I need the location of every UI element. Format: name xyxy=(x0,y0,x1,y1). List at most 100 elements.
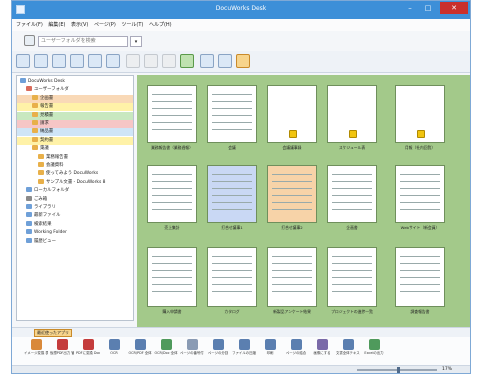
text-line xyxy=(332,263,372,264)
tree-item[interactable]: 検索結果 xyxy=(17,220,133,229)
document-thumbnail[interactable] xyxy=(395,85,445,143)
tree-item[interactable]: 稟議 xyxy=(17,145,133,153)
app-icon xyxy=(134,339,146,350)
export-icon[interactable] xyxy=(180,54,194,68)
document-thumbnail[interactable] xyxy=(327,85,377,143)
document-thumbnail[interactable] xyxy=(207,85,257,143)
document-thumbnail[interactable] xyxy=(207,165,257,223)
text-line xyxy=(400,284,440,285)
thumbnail-view-icon[interactable] xyxy=(70,54,84,68)
text-line xyxy=(400,209,440,210)
app-icon xyxy=(342,339,354,350)
combine-icon[interactable] xyxy=(126,54,140,68)
search-input[interactable]: ユーザーフォルダを検索 xyxy=(38,36,128,47)
menu-edit[interactable]: 編集(E) xyxy=(48,19,65,31)
text-line xyxy=(332,188,372,189)
tree-item[interactable]: 請求 xyxy=(17,120,133,128)
search-icon[interactable] xyxy=(24,35,35,46)
document-thumbnail[interactable] xyxy=(267,247,317,307)
text-line xyxy=(400,202,440,203)
tree-item[interactable]: ローカルフォルダ xyxy=(17,187,133,195)
app-icon xyxy=(186,339,198,350)
print-icon[interactable] xyxy=(34,54,48,68)
launcher-button[interactable]: ページの結合 xyxy=(284,337,308,365)
tree-item[interactable]: ユーザーフォルダ xyxy=(17,86,133,94)
arrow-right-icon[interactable] xyxy=(218,54,232,68)
tree-item[interactable]: 会議資料 xyxy=(17,162,133,170)
minimize-button[interactable]: – xyxy=(402,2,418,14)
text-line xyxy=(400,270,440,271)
tree-item[interactable]: Working Folder xyxy=(17,229,133,237)
new-document-icon[interactable] xyxy=(16,54,30,68)
zoom-slider-handle[interactable] xyxy=(397,367,400,373)
menu-file[interactable]: ファイル(F) xyxy=(16,19,43,31)
document-thumbnail[interactable] xyxy=(147,165,197,223)
maximize-button[interactable]: □ xyxy=(420,2,436,14)
menu-view[interactable]: 表示(V) xyxy=(71,19,88,31)
document-thumbnail[interactable] xyxy=(267,165,317,223)
text-line xyxy=(212,174,252,175)
tree-item[interactable]: 報告書 xyxy=(17,103,133,112)
chevron-down-icon[interactable]: ▾ xyxy=(130,36,142,47)
launcher-button[interactable]: OCR/PDF 全体 xyxy=(128,337,152,365)
tree-item[interactable]: ライブラリ xyxy=(17,204,133,212)
text-line xyxy=(152,209,192,210)
tree-item[interactable]: 履歴ビュー xyxy=(17,237,133,246)
launcher-button[interactable]: Excelの出力 xyxy=(362,337,386,365)
document-thumbnail[interactable] xyxy=(267,85,317,143)
document-thumbnail[interactable] xyxy=(147,247,197,307)
document-thumbnail[interactable] xyxy=(395,165,445,223)
launcher-button[interactable]: イメージ変換 表示 xyxy=(24,337,48,365)
text-line xyxy=(272,263,312,264)
tree-item[interactable]: ごみ箱 xyxy=(17,195,133,204)
launcher-button[interactable]: OCR/Doc 全体 xyxy=(154,337,178,365)
launcher-button[interactable]: ファイルの圧縮 xyxy=(232,337,256,365)
text-line xyxy=(332,277,372,278)
tree-item[interactable]: 使ってみよう DocuWorks xyxy=(17,170,133,178)
list-view-icon[interactable] xyxy=(88,54,102,68)
tree-item[interactable]: 契約書 xyxy=(17,136,133,145)
annotation-icon[interactable] xyxy=(236,54,250,68)
tab-recent-apps[interactable]: 最近使ったアプリ xyxy=(34,329,72,337)
tree-item[interactable]: DocuWorks Desk xyxy=(17,78,133,86)
rotate-left-icon[interactable] xyxy=(144,54,158,68)
launcher-button[interactable]: ページの分割 xyxy=(206,337,230,365)
folder-icon xyxy=(38,178,44,184)
binoculars-icon[interactable] xyxy=(106,54,120,68)
tree-item[interactable]: 最新ファイル xyxy=(17,212,133,220)
launcher-button[interactable]: 仮想PDF出力 管理・変換 xyxy=(50,337,74,365)
rotate-right-icon[interactable] xyxy=(162,54,176,68)
lock-icon xyxy=(417,130,425,138)
view-icon[interactable] xyxy=(52,54,66,68)
launcher-button[interactable]: ページの番号付け xyxy=(180,337,204,365)
arrow-left-icon[interactable] xyxy=(200,54,214,68)
launcher-button[interactable]: 印刷 xyxy=(258,337,282,365)
tree-item[interactable]: 納品書 xyxy=(17,128,133,137)
launcher-button[interactable]: OCR xyxy=(102,337,126,365)
app-icon xyxy=(238,339,250,350)
document-thumbnail[interactable] xyxy=(207,247,257,307)
launcher-button[interactable]: 文書全体テキスト xyxy=(336,337,360,365)
menu-page[interactable]: ページ(P) xyxy=(94,19,116,31)
tree-item-label: 検索結果 xyxy=(34,221,52,227)
text-line xyxy=(332,209,372,210)
launcher-button[interactable]: PDFに変換 DocuWorks xyxy=(76,337,100,365)
menu-help[interactable]: ヘルプ(H) xyxy=(149,19,172,31)
launcher-button[interactable]: 画像にする xyxy=(310,337,334,365)
folder-icon xyxy=(38,162,44,167)
document-thumbnail[interactable] xyxy=(147,85,197,143)
thumbnail-label: 業務報告書（業務週報） xyxy=(151,145,193,150)
tree-item[interactable]: サンプル文書 - DocuWorks 8 xyxy=(17,178,133,187)
tree-item-label: サンプル文書 - DocuWorks 8 xyxy=(46,179,106,185)
tree-item[interactable]: 業務報告書 xyxy=(17,153,133,162)
document-thumbnail-area: 業務報告書（業務週報） 会議 会議議事録 スケジュール表 月報（社内回覧） 売上集計 打合せ… xyxy=(137,75,470,327)
document-thumbnail[interactable] xyxy=(395,247,445,307)
bottom-tab-bar: 最近使ったアプリ xyxy=(12,327,470,337)
close-button[interactable]: ✕ xyxy=(440,2,468,14)
tree-item[interactable]: 見積書 xyxy=(17,111,133,120)
tree-item[interactable]: 企画書 xyxy=(17,94,133,103)
menu-tool[interactable]: ツール(T) xyxy=(121,19,143,31)
app-icon xyxy=(290,339,302,350)
document-thumbnail[interactable] xyxy=(327,247,377,307)
document-thumbnail[interactable] xyxy=(327,165,377,223)
